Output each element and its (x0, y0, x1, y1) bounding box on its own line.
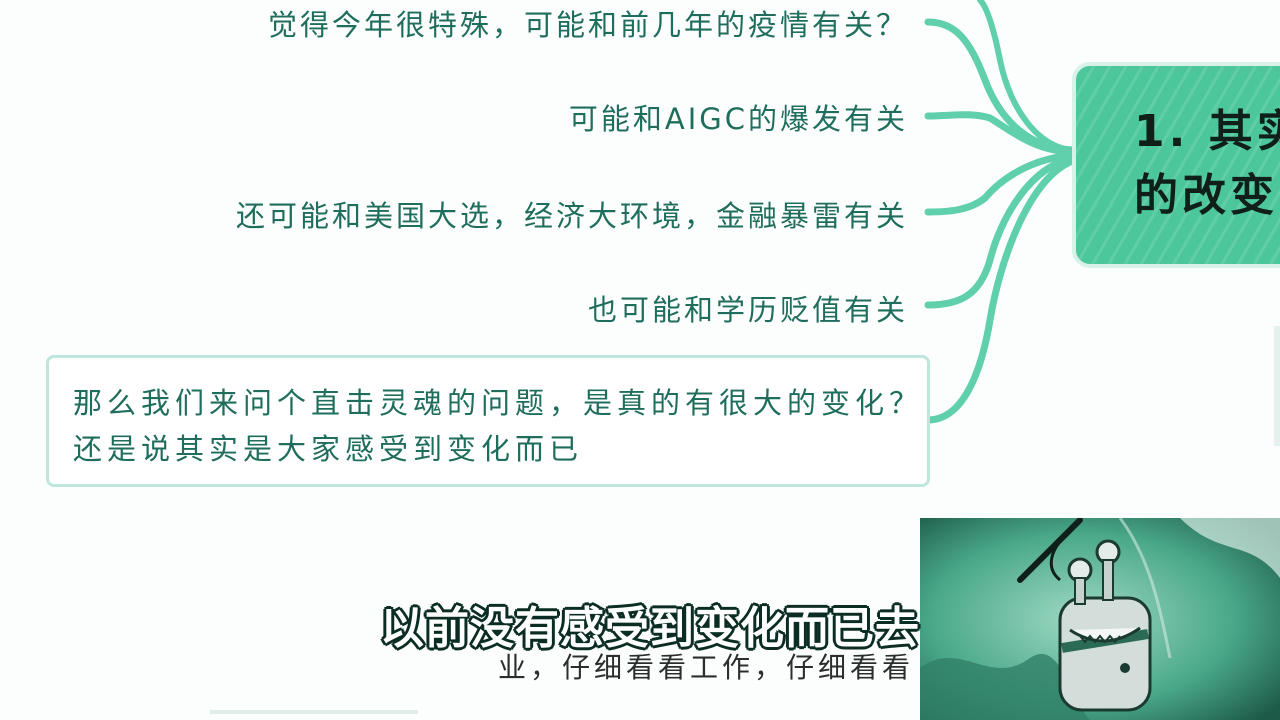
connector-branch-2 (924, 111, 1079, 156)
slide-canvas: 觉得今年很特殊，可能和前几年的疫情有关？ 可能和AIGC的爆发有关 还可能和美国… (0, 0, 1280, 720)
offscreen-node-edge (1274, 326, 1280, 446)
connector-branch-1 (924, 18, 1079, 154)
presenter-avatar-panel (920, 518, 1280, 720)
connector-branch-4 (924, 154, 1079, 309)
robot-mascot-icon (920, 518, 1280, 720)
topic-node: 1. 其实 的改变 (1072, 62, 1280, 268)
subtitle-main-trailing: 去 (875, 603, 920, 654)
subtitle-main-text: 以前没有感受到变化而已 (380, 603, 875, 654)
branch-text-2: 可能和AIGC的爆发有关 (568, 102, 908, 136)
bottom-divider (210, 710, 418, 714)
connector-branch-3 (924, 151, 1079, 216)
branch-text-3: 还可能和美国大选，经济大环境，金融暴雷有关 (235, 199, 908, 233)
subtitle-main: 以前没有感受到变化而已去 (380, 592, 920, 656)
branch-text-4: 也可能和学历贬值有关 (587, 293, 908, 327)
branch-text-1: 觉得今年很特殊，可能和前几年的疫情有关？ (267, 8, 908, 42)
connector-question (924, 156, 1079, 424)
connector-branch-top (977, 0, 1078, 153)
question-node: 那么我们来问个直击灵魂的问题，是真的有很大的变化？还是说其实是大家感受到变化而已 (46, 355, 930, 487)
topic-title: 1. 其实 的改变 (1134, 106, 1280, 221)
question-text: 那么我们来问个直击灵魂的问题，是真的有很大的变化？还是说其实是大家感受到变化而已 (73, 386, 924, 466)
